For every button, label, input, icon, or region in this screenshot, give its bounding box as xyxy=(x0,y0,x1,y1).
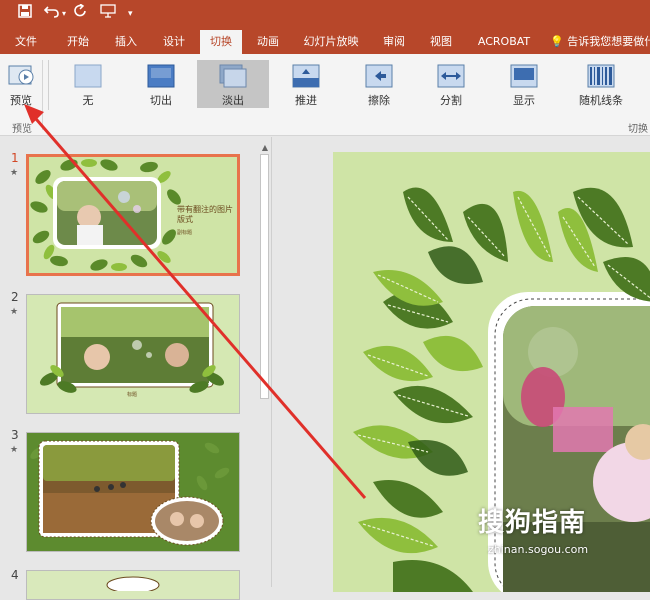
transition-push-button[interactable]: 推进 xyxy=(272,60,340,108)
tab-acrobat[interactable]: ACROBAT xyxy=(472,30,536,54)
slide-thumbnail-3[interactable] xyxy=(26,432,240,552)
tab-design[interactable]: 设计 xyxy=(156,30,192,54)
preview-icon xyxy=(8,65,34,85)
transition-star-icon: ★ xyxy=(10,445,19,455)
slide-thumbnail-4[interactable] xyxy=(26,570,240,600)
preview-button[interactable]: 预览 xyxy=(2,60,40,108)
transition-fade-button[interactable]: 淡出 xyxy=(197,60,269,108)
transition-split-button[interactable]: 分割 xyxy=(417,60,485,108)
tab-animations[interactable]: 动画 xyxy=(250,30,286,54)
slide1-title: 带有翻注的图片版式 xyxy=(177,205,233,224)
title-bar: ▾ ▾ xyxy=(0,0,650,30)
transition-random-bars-icon xyxy=(587,64,615,88)
transition-random-bars-button[interactable]: 随机线条 xyxy=(565,60,637,108)
tab-review[interactable]: 审阅 xyxy=(376,30,412,54)
watermark-logo: 搜狗指南 xyxy=(478,508,587,538)
transition-split-icon xyxy=(437,64,465,88)
slide-number: 2 xyxy=(11,290,19,304)
scrollbar-thumb[interactable] xyxy=(260,154,269,399)
transition-none-button[interactable]: 无 xyxy=(54,60,122,108)
undo-icon[interactable] xyxy=(43,4,60,24)
tab-home[interactable]: 开始 xyxy=(60,30,96,54)
transition-label: 分割 xyxy=(440,94,462,107)
transition-push-icon xyxy=(292,64,320,88)
transition-label: 擦除 xyxy=(368,94,390,107)
transition-label: 随机线条 xyxy=(579,94,623,107)
transition-reveal-icon xyxy=(510,64,538,88)
tab-view[interactable]: 视图 xyxy=(423,30,459,54)
transition-cut-icon xyxy=(147,64,175,88)
transition-wipe-icon xyxy=(365,64,393,88)
watermark-url: zhinan.sogou.com xyxy=(488,543,589,556)
tab-insert[interactable]: 插入 xyxy=(108,30,144,54)
slide-number: 3 xyxy=(11,428,19,442)
transitions-group-label: 切换 xyxy=(628,124,648,135)
scroll-up-icon[interactable]: ▲ xyxy=(260,142,270,154)
preview-group-label: 预览 xyxy=(12,124,32,135)
save-icon[interactable] xyxy=(18,4,32,24)
tell-me-box[interactable]: 💡 告诉我您想要做什 xyxy=(550,30,650,54)
slide2-caption: 标题 xyxy=(127,392,138,398)
slide4-artwork xyxy=(27,571,239,591)
transition-fade-icon xyxy=(219,64,247,88)
transition-star-icon: ★ xyxy=(10,307,19,317)
lightbulb-icon: 💡 xyxy=(550,35,564,48)
slide1-subtitle: 副标题 xyxy=(177,230,193,236)
tab-transitions[interactable]: 切换 xyxy=(200,30,242,54)
transition-label: 显示 xyxy=(513,94,535,107)
slide-number: 4 xyxy=(11,568,19,582)
slide-thumbnail-2[interactable]: 标题 xyxy=(26,294,240,414)
undo-dropdown-icon[interactable]: ▾ xyxy=(62,4,66,24)
transition-star-icon: ★ xyxy=(10,168,19,178)
transition-label: 淡出 xyxy=(222,94,244,107)
transition-cut-button[interactable]: 切出 xyxy=(127,60,195,108)
tell-me-text: 告诉我您想要做什 xyxy=(567,35,650,48)
transition-none-icon xyxy=(74,64,102,88)
slide-number: 1 xyxy=(11,151,19,165)
tab-slideshow[interactable]: 幻灯片放映 xyxy=(298,30,364,54)
transition-label: 推进 xyxy=(295,94,317,107)
tab-file[interactable]: 文件 xyxy=(8,30,44,54)
redo-icon[interactable] xyxy=(74,3,88,24)
transition-wipe-button[interactable]: 擦除 xyxy=(345,60,413,108)
slide-thumbnail-1[interactable]: 带有翻注的图片版式 副标题 xyxy=(26,154,240,276)
transition-label: 切出 xyxy=(150,94,172,107)
customize-toolbar-icon[interactable]: ▾ xyxy=(128,4,133,24)
slide3-artwork xyxy=(27,433,239,551)
transitions-ribbon: 预览 预览 无 切出 淡出 推进 擦除 分割 显示 随机线条 切换 xyxy=(0,54,650,136)
transition-label: 无 xyxy=(82,94,94,107)
transition-reveal-button[interactable]: 显示 xyxy=(490,60,558,108)
group-divider xyxy=(42,60,43,130)
ribbon-tabs: 文件 开始 插入 设计 切换 动画 幻灯片放映 审阅 视图 ACROBAT 💡 … xyxy=(0,30,650,54)
preview-label: 预览 xyxy=(10,94,32,107)
present-icon[interactable] xyxy=(100,4,116,24)
